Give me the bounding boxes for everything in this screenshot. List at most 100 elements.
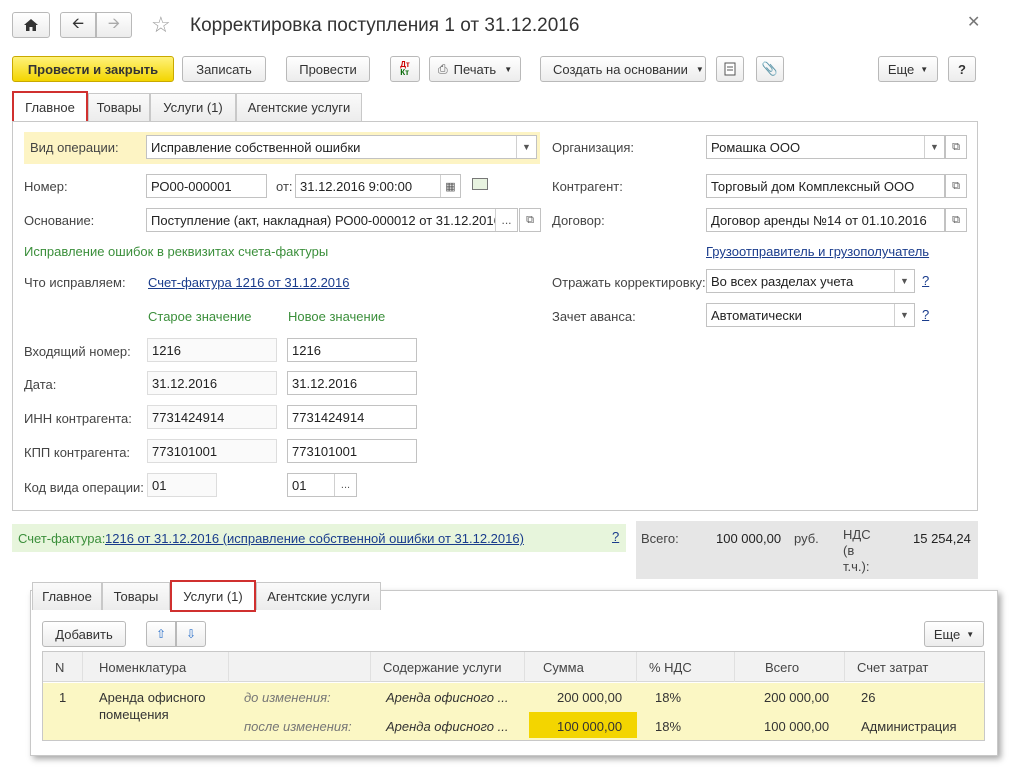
op-code-new-value: 01 (292, 477, 307, 493)
tab-bottom-services[interactable]: Услуги (1) (170, 580, 256, 612)
chevron-down-icon: ▼ (504, 64, 513, 74)
basis-field[interactable]: Поступление (акт, накладная) РО00-000012… (146, 208, 518, 232)
row-nomenclature-2: помещения (99, 707, 169, 722)
table-more-button[interactable]: Еще ▼ (924, 621, 984, 647)
arrow-right-icon: 🡪 (107, 14, 121, 32)
print-button[interactable]: ⎙ Печать ▼ (429, 56, 521, 82)
contract-field[interactable]: Договор аренды №14 от 01.10.2016 (706, 208, 945, 232)
help-button[interactable]: ? (948, 56, 976, 82)
tab-bottom-agent-services[interactable]: Агентские услуги (256, 582, 381, 610)
org-value: Ромашка ООО (711, 139, 801, 155)
row-account-after: Администрация (861, 719, 957, 734)
home-button[interactable] (12, 12, 50, 38)
row-vat-after: 18% (655, 719, 682, 734)
open-contractor-icon[interactable]: ⧉ (945, 174, 967, 198)
kpp-new[interactable]: 773101001 (287, 439, 417, 463)
number-field[interactable]: РО00-000001 (146, 174, 267, 198)
date-field[interactable]: 31.12.2016 9:00:00 ▦ (295, 174, 461, 198)
dt-kt-icon: Дт Кт (400, 60, 410, 77)
contract-label: Договор: (552, 213, 605, 228)
open-org-icon[interactable]: ⧉ (945, 135, 967, 159)
row-total-before: 200 000,00 (764, 690, 830, 705)
what-fix-link[interactable]: Счет-фактура 1216 от 31.12.2016 (148, 275, 350, 290)
window-title: Корректировка поступления 1 от 31.12.201… (190, 15, 580, 36)
shipper-link[interactable]: Грузоотправитель и грузополучатель (706, 244, 929, 259)
add-button[interactable]: Добавить (42, 621, 126, 647)
row-before-label: до изменения: (244, 690, 331, 705)
op-type-select[interactable]: Исправление собственной ошибки ▼ (146, 135, 537, 159)
incoming-num-label: Входящий номер: (24, 344, 131, 359)
open-contract-icon[interactable]: ⧉ (945, 208, 967, 232)
reflect-help-link[interactable]: ? (922, 273, 929, 288)
basis-select-button[interactable]: ... (495, 209, 517, 231)
incoming-num-old: 1216 (147, 338, 277, 362)
kpp-old: 773101001 (147, 439, 277, 463)
op-code-select-button[interactable]: ... (334, 474, 356, 496)
more-button[interactable]: Еще ▼ (878, 56, 938, 82)
tab-bottom-goods[interactable]: Товары (102, 582, 170, 610)
row-sum-before: 200 000,00 (557, 690, 623, 705)
chevron-down-icon[interactable]: ▼ (894, 304, 914, 326)
back-button[interactable]: 🡨 (60, 12, 96, 38)
total-value: 100 000,00 (716, 531, 782, 546)
contractor-field[interactable]: Торговый дом Комплексный ООО (706, 174, 945, 198)
open-basis-icon[interactable]: ⧉ (519, 208, 541, 232)
report-button[interactable] (716, 56, 744, 82)
advance-select[interactable]: Автоматически ▼ (706, 303, 915, 327)
org-select[interactable]: Ромашка ООО ▼ (706, 135, 945, 159)
reflect-select[interactable]: Во всех разделах учета ▼ (706, 269, 915, 293)
basis-label: Основание: (24, 213, 95, 228)
arrow-down-icon: ⇩ (185, 627, 197, 641)
row-nomenclature-1: Аренда офисного (99, 690, 206, 705)
favorite-star-icon[interactable]: ☆ (151, 12, 171, 38)
advance-help-link[interactable]: ? (922, 307, 929, 322)
check-doc-icon[interactable] (472, 178, 488, 190)
move-up-button[interactable]: ⇧ (146, 621, 176, 647)
table-more-label: Еще (933, 626, 961, 642)
vat-label-1: НДС (843, 527, 871, 542)
dt-kt-button[interactable]: Дт Кт (390, 56, 420, 82)
close-icon[interactable]: ✕ (967, 12, 980, 32)
calendar-icon[interactable]: ▦ (440, 175, 460, 197)
chevron-down-icon[interactable]: ▼ (516, 136, 536, 158)
move-down-button[interactable]: ⇩ (176, 621, 206, 647)
save-button[interactable]: Записать (182, 56, 266, 82)
post-button[interactable]: Провести (286, 56, 370, 82)
printer-icon: ⎙ (438, 61, 448, 76)
chevron-down-icon: ▼ (695, 64, 704, 74)
date-label: Дата: (24, 377, 57, 392)
forward-button[interactable]: 🡪 (96, 12, 132, 38)
tab-agent-services[interactable]: Агентские услуги (236, 93, 362, 121)
arrow-up-icon: ⇧ (155, 627, 167, 641)
vat-label-3: т.ч.): (843, 559, 870, 574)
tab-bottom-main[interactable]: Главное (32, 582, 102, 610)
chevron-down-icon: ▼ (920, 64, 929, 74)
invoice-bar-link[interactable]: 1216 от 31.12.2016 (исправление собствен… (105, 531, 524, 546)
create-based-button[interactable]: Создать на основании ▼ (540, 56, 706, 82)
col-account: Счет затрат (857, 659, 929, 675)
date-new[interactable]: 31.12.2016 (287, 371, 417, 395)
reflect-label: Отражать корректировку: (552, 275, 706, 290)
old-value-heading: Старое значение (148, 309, 252, 324)
tab-services[interactable]: Услуги (1) (150, 93, 236, 121)
chevron-down-icon[interactable]: ▼ (924, 136, 944, 158)
op-code-old: 01 (147, 473, 217, 497)
advance-value: Автоматически (711, 307, 802, 323)
date-old: 31.12.2016 (147, 371, 277, 395)
invoice-help-link[interactable]: ? (612, 529, 619, 544)
document-icon (724, 62, 736, 76)
number-label: Номер: (24, 179, 68, 194)
attach-button[interactable]: 📎 (756, 56, 784, 82)
inn-new[interactable]: 7731424914 (287, 405, 417, 429)
op-code-new[interactable]: 01 ... (287, 473, 357, 497)
post-close-button[interactable]: Провести и закрыть (12, 56, 174, 82)
chevron-down-icon[interactable]: ▼ (894, 270, 914, 292)
chevron-down-icon: ▼ (966, 629, 975, 639)
incoming-num-new[interactable]: 1216 (287, 338, 417, 362)
col-vat: % НДС (637, 652, 735, 682)
table-row[interactable]: 1 Аренда офисного помещения до изменения… (43, 683, 984, 740)
row-after-label: после изменения: (244, 719, 352, 734)
services-table: N Номенклатура Содержание услуги Сумма %… (42, 651, 985, 741)
tab-goods[interactable]: Товары (88, 93, 150, 121)
tab-main[interactable]: Главное (12, 91, 88, 123)
